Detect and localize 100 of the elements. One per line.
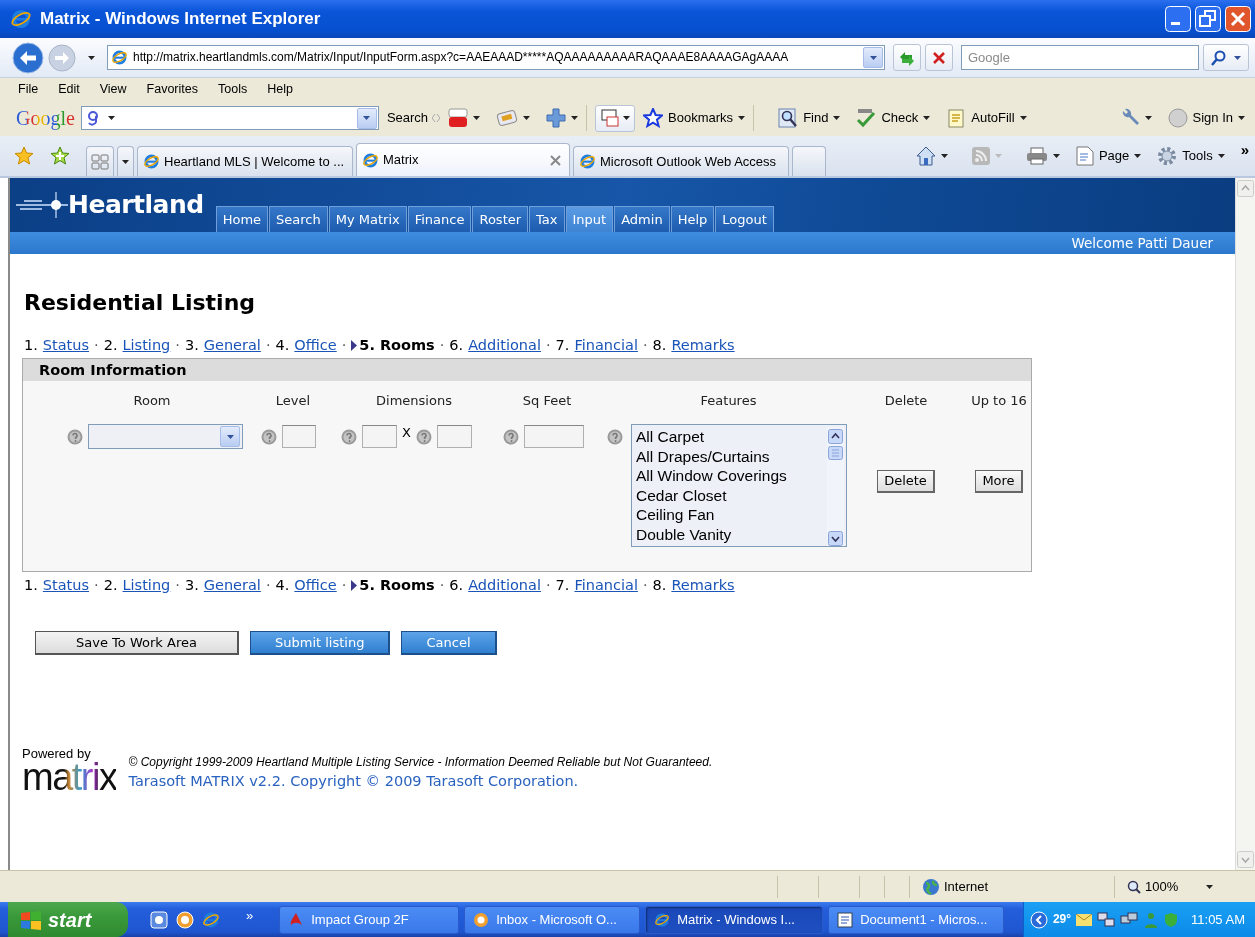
refresh-button[interactable]	[893, 44, 921, 71]
overflow-chevron[interactable]: »	[1240, 141, 1249, 159]
toolbar-button[interactable]: AutoFill	[946, 108, 1027, 128]
dropdown-button[interactable]	[863, 47, 883, 68]
more-button[interactable]: More	[975, 470, 1023, 493]
list-option[interactable]: Double Vanity	[636, 524, 787, 544]
list-option[interactable]: Ceiling Fan	[636, 505, 787, 525]
nav-tab[interactable]: Roster	[472, 206, 529, 232]
mail-icon[interactable]	[1076, 913, 1093, 926]
nav-tab[interactable]: Admin	[614, 206, 670, 232]
step-link[interactable]: Listing	[122, 576, 171, 595]
back-button[interactable]	[12, 41, 44, 74]
step-separator: ·	[265, 576, 271, 595]
restore-button[interactable]	[1195, 6, 1221, 32]
address-field[interactable]: http://matrix.heartlandmls.com/Matrix/Input/InputForm.aspx?c=AAEAAAD*****AQAAAAAAAAARAQAAAE8AAAAGAgAAAA	[107, 45, 885, 70]
step-link[interactable]: Office	[294, 336, 337, 355]
scroll-up-icon[interactable]	[828, 429, 843, 444]
menu-item[interactable]: Tools	[218, 81, 248, 97]
search-field[interactable]: Google	[961, 45, 1199, 70]
nav-tab[interactable]: Finance	[407, 206, 472, 232]
command-button[interactable]: Tools	[1157, 146, 1225, 166]
menu-item[interactable]: File	[18, 81, 39, 97]
video-button[interactable]	[448, 108, 481, 128]
taskbar-button[interactable]: Inbox - Microsoft O...	[464, 905, 641, 934]
list-option[interactable]: All Drapes/Curtains	[636, 446, 787, 466]
save-button[interactable]: Save To Work Area	[35, 631, 239, 655]
help-icon[interactable]	[503, 428, 519, 445]
toolbar-button[interactable]: Find	[778, 108, 841, 128]
stop-button[interactable]	[925, 44, 953, 71]
sq-feet-field[interactable]	[524, 425, 584, 448]
add-favorite-icon[interactable]	[50, 146, 70, 166]
quick-launch-icon[interactable]	[150, 910, 168, 929]
menu-item[interactable]: Favorites	[146, 81, 198, 97]
nav-tab[interactable]: Help	[670, 206, 715, 232]
browser-tab[interactable]: Matrix	[356, 143, 570, 176]
list-option[interactable]: All Window Coverings	[636, 466, 787, 486]
nav-tab[interactable]: Search	[269, 206, 328, 232]
dropdown-button[interactable]	[356, 107, 377, 129]
level-field[interactable]	[282, 425, 316, 448]
start-button[interactable]: start	[8, 902, 128, 937]
scrollbar[interactable]	[827, 427, 844, 546]
sign-in-button[interactable]: Sign In	[1167, 108, 1245, 128]
step-link[interactable]: Additional	[468, 576, 541, 595]
command-button[interactable]: Page	[1075, 146, 1142, 166]
step-link[interactable]: Status	[42, 576, 90, 595]
delete-button[interactable]: Delete	[877, 470, 935, 493]
search-button[interactable]	[1203, 44, 1249, 71]
quick-launch-icon[interactable]	[176, 910, 194, 929]
toolbar-button[interactable]: Bookmarks	[643, 108, 746, 128]
close-icon[interactable]	[550, 154, 561, 166]
dimension-field[interactable]	[362, 425, 397, 448]
menu-item[interactable]: Help	[267, 81, 293, 97]
computer-button[interactable]	[595, 104, 636, 132]
favorites-star-icon[interactable]	[14, 146, 34, 166]
overflow-chevron[interactable]: »	[246, 907, 254, 924]
print-button[interactable]	[1025, 147, 1060, 165]
step-link[interactable]: Remarks	[671, 336, 735, 355]
step-link[interactable]: Listing	[122, 336, 171, 355]
scroll-thumb-icon[interactable]	[828, 446, 843, 460]
nav-tab[interactable]: Logout	[715, 206, 774, 232]
zoom-button[interactable]: 100%	[1127, 878, 1214, 895]
network-icon[interactable]	[1097, 911, 1116, 928]
taskbar-button[interactable]: Document1 - Micros...	[828, 905, 1005, 934]
taskbar-button[interactable]: Impact Group 2F	[279, 905, 460, 934]
list-option[interactable]: All Carpet	[636, 427, 787, 447]
step-link[interactable]: Office	[294, 576, 337, 595]
browser-tab[interactable]: Microsoft Outlook Web Access	[573, 146, 789, 176]
help-icon[interactable]	[415, 428, 432, 445]
tab-list-button[interactable]	[117, 146, 134, 176]
step-link[interactable]: General	[203, 576, 261, 595]
step-link[interactable]: Financial	[574, 576, 638, 595]
scroll-down-icon[interactable]	[828, 531, 843, 546]
step-link[interactable]: General	[203, 336, 261, 355]
menu-item[interactable]: View	[99, 81, 127, 97]
home-button[interactable]	[915, 146, 948, 166]
step-link[interactable]: Status	[42, 336, 90, 355]
room-select[interactable]	[88, 424, 243, 449]
search-button[interactable]: Search	[386, 110, 429, 126]
caret-icon[interactable]	[88, 55, 95, 60]
step-link[interactable]: Financial	[574, 336, 638, 355]
toolbar-search-field[interactable]	[80, 106, 379, 130]
close-button[interactable]	[1225, 6, 1251, 32]
add-button[interactable]	[546, 108, 579, 128]
nav-tab[interactable]: Home	[215, 206, 269, 232]
toolbar-button[interactable]: Check	[856, 108, 931, 128]
help-icon[interactable]	[67, 428, 83, 445]
list-option[interactable]: Cedar Closet	[636, 485, 787, 505]
browser-tab[interactable]: Heartland MLS | Welcome to ...	[137, 146, 353, 176]
features-listbox[interactable]: All Carpet All Drapes/Curtains All Window Coverings Cedar Closet Ceiling Fan Double Vanity	[631, 424, 847, 547]
help-icon[interactable]	[607, 428, 623, 445]
help-icon[interactable]	[341, 428, 357, 445]
taskbar-button[interactable]: Matrix - Windows I...	[645, 905, 824, 934]
nav-tab[interactable]: Tax	[529, 206, 565, 232]
help-icon[interactable]	[261, 428, 277, 445]
step-link[interactable]: Remarks	[671, 576, 735, 595]
minimize-button[interactable]	[1165, 6, 1191, 32]
dimension-field[interactable]	[436, 425, 472, 448]
step-link[interactable]: Additional	[468, 336, 541, 355]
menu-item[interactable]: Edit	[58, 81, 80, 97]
nav-tab[interactable]: My Matrix	[328, 206, 407, 232]
